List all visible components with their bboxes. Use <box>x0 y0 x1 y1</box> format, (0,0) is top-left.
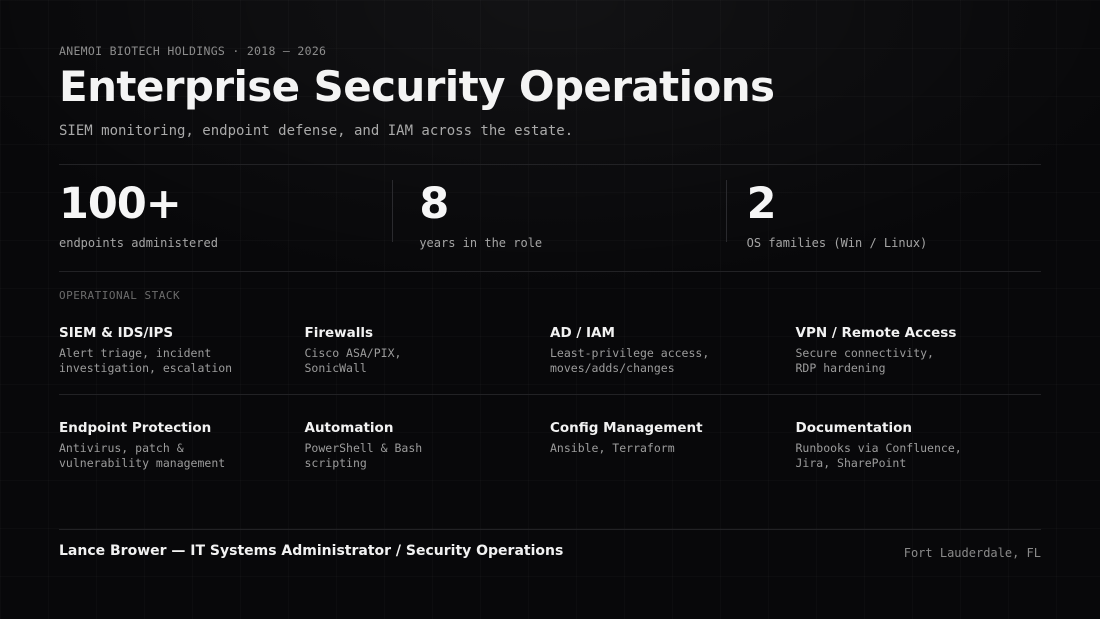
stack-item-desc: Cisco ASA/PIX, SonicWall <box>304 346 402 375</box>
page-subtitle: SIEM monitoring, endpoint defense, and I… <box>59 123 574 139</box>
stack-item-desc: PowerShell & Bash scripting <box>304 441 423 470</box>
divider-footer <box>59 529 1041 530</box>
page-title: Enterprise Security Operations <box>59 62 775 111</box>
stack-item-endpoint-protection: Endpoint Protection Antivirus, patch & v… <box>59 419 305 471</box>
slide: ANEMOI BIOTECH HOLDINGS · 2018 – 2026 En… <box>59 0 1041 619</box>
stat-value: 8 <box>419 179 449 229</box>
stats-row: 100+ endpoints administered 8 years in t… <box>59 166 1041 271</box>
stat-divider <box>726 180 727 242</box>
stat-os-families: 2 OS families (Win / Linux) <box>714 166 1041 271</box>
stack-item-title: Firewalls <box>304 325 374 341</box>
stat-years: 8 years in the role <box>386 166 713 271</box>
stat-value: 100+ <box>59 179 182 229</box>
footer-location: Fort Lauderdale, FL <box>903 546 1041 560</box>
stack-item-desc: Secure connectivity, RDP hardening <box>795 346 934 375</box>
divider-stats <box>59 271 1041 272</box>
stack-item-desc: Least-privilege access, moves/adds/chang… <box>550 346 710 375</box>
stack-item-ad-iam: AD / IAM Least-privilege access, moves/a… <box>550 324 796 376</box>
eyebrow-company-dates: ANEMOI BIOTECH HOLDINGS · 2018 – 2026 <box>59 44 327 58</box>
stack-item-documentation: Documentation Runbooks via Confluence, J… <box>796 419 1042 471</box>
stack-row-2: Endpoint Protection Antivirus, patch & v… <box>59 419 1041 471</box>
stack-item-firewalls: Firewalls Cisco ASA/PIX, SonicWall <box>305 324 551 376</box>
stack-item-desc: Alert triage, incident investigation, es… <box>59 346 233 375</box>
stack-item-title: Automation <box>304 420 394 436</box>
stat-label: OS families (Win / Linux) <box>746 236 928 250</box>
section-label-operational-stack: OPERATIONAL STACK <box>59 289 181 302</box>
stack-item-desc: Ansible, Terraform <box>550 441 675 455</box>
stack-row-1: SIEM & IDS/IPS Alert triage, incident in… <box>59 324 1041 376</box>
stack-item-vpn: VPN / Remote Access Secure connectivity,… <box>796 324 1042 376</box>
stack-item-title: Config Management <box>550 420 703 436</box>
stack-item-desc: Antivirus, patch & vulnerability managem… <box>59 441 226 470</box>
stat-endpoints: 100+ endpoints administered <box>59 166 386 271</box>
stack-item-title: VPN / Remote Access <box>795 325 957 341</box>
stack-item-title: AD / IAM <box>550 325 615 341</box>
stack-item-title: Documentation <box>795 420 912 436</box>
stat-label: endpoints administered <box>59 236 218 250</box>
stack-item-automation: Automation PowerShell & Bash scripting <box>305 419 551 471</box>
stack-item-siem: SIEM & IDS/IPS Alert triage, incident in… <box>59 324 305 376</box>
stat-label: years in the role <box>419 236 543 250</box>
stat-value: 2 <box>746 179 777 229</box>
stack-item-config-management: Config Management Ansible, Terraform <box>550 419 796 471</box>
stack-item-desc: Runbooks via Confluence, Jira, SharePoin… <box>795 441 962 470</box>
divider-stack-rows <box>59 394 1041 395</box>
stat-divider <box>392 180 393 242</box>
divider-top <box>59 164 1041 165</box>
stack-item-title: Endpoint Protection <box>59 420 212 436</box>
footer-author: Lance Brower — IT Systems Administrator … <box>59 543 564 559</box>
stack-item-title: SIEM & IDS/IPS <box>59 325 174 341</box>
